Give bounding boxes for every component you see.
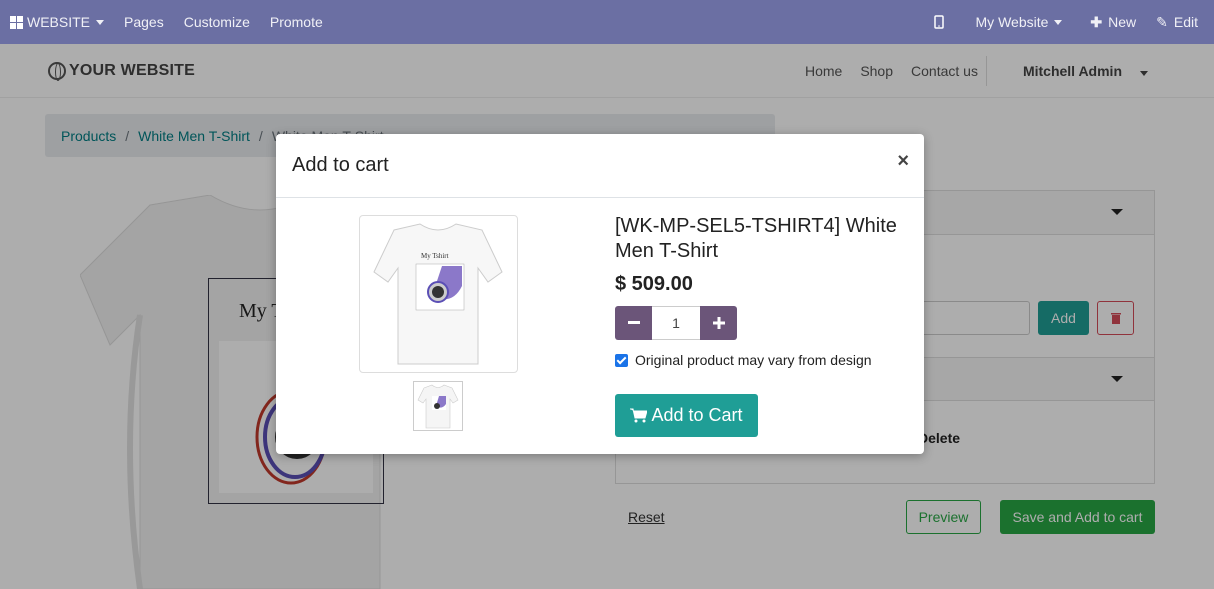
apps-grid-icon	[10, 15, 23, 29]
product-name: [WK-MP-SEL5-TSHIRT4] White Men T-Shirt	[615, 215, 897, 262]
caret-down-icon	[1054, 19, 1063, 25]
pencil-icon: ✎	[1156, 13, 1168, 30]
plus-icon: ✚	[1090, 13, 1103, 30]
quantity-stepper: 1	[615, 306, 737, 340]
menu-promote[interactable]: Promote	[260, 0, 333, 44]
tshirt-image: My Tshirt	[373, 223, 503, 365]
add-to-cart-button[interactable]: Add to Cart	[615, 394, 758, 437]
site-selector-label: My Website	[975, 14, 1049, 30]
new-button[interactable]: ✚ New	[1080, 0, 1146, 44]
close-button[interactable]: ×	[897, 150, 909, 173]
modal-header: Add to cart ×	[276, 134, 924, 198]
website-menu[interactable]: WEBSITE	[0, 0, 114, 44]
product-image: My Tshirt	[359, 215, 518, 373]
tshirt-thumb-image	[417, 384, 459, 429]
quantity-input[interactable]: 1	[652, 306, 700, 340]
menu-customize[interactable]: Customize	[174, 0, 260, 44]
new-label: New	[1108, 14, 1137, 30]
product-price: $ 509.00	[615, 273, 693, 295]
edit-button[interactable]: ✎ Edit	[1146, 0, 1208, 44]
site-selector[interactable]: My Website	[966, 0, 1073, 44]
disclaimer-label: Original product may vary from design	[635, 352, 872, 368]
disclaimer-checkbox[interactable]	[615, 353, 628, 367]
edit-label: Edit	[1173, 14, 1198, 30]
website-menu-label: WEBSITE	[27, 14, 91, 30]
menu-pages[interactable]: Pages	[114, 0, 174, 44]
product-thumbnail[interactable]	[413, 381, 463, 431]
add-to-cart-modal: Add to cart × My Tshirt [WK-MP-SEL5-TSHI…	[276, 134, 924, 454]
shopping-cart-icon	[630, 408, 648, 423]
image-caption: My Tshirt	[421, 252, 449, 260]
increase-quantity-button[interactable]	[700, 306, 737, 340]
modal-title: Add to cart	[292, 154, 389, 176]
minus-icon	[627, 321, 640, 324]
caret-down-icon	[96, 19, 105, 25]
mobile-preview-button[interactable]	[924, 0, 954, 44]
design-disclaimer: Original product may vary from design	[615, 352, 872, 368]
mobile-icon	[933, 15, 944, 29]
add-to-cart-label: Add to Cart	[651, 405, 743, 425]
decrease-quantity-button[interactable]	[615, 306, 652, 340]
plus-icon	[712, 317, 725, 329]
admin-topbar: WEBSITE Pages Customize Promote My Websi…	[0, 0, 1214, 44]
